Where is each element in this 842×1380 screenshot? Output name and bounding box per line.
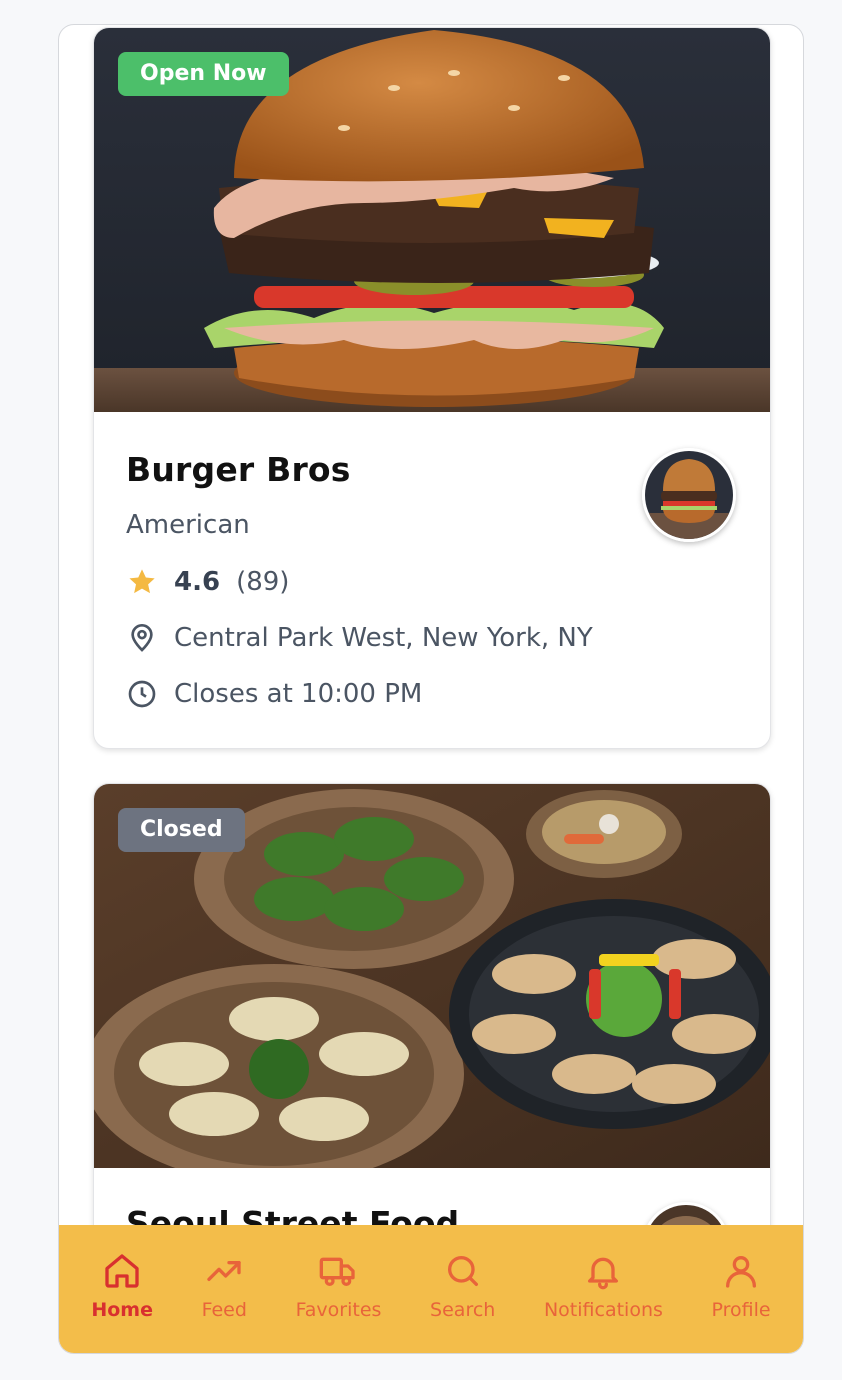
bell-icon bbox=[588, 1257, 619, 1290]
status-badge: Closed bbox=[118, 808, 245, 852]
nav-search[interactable]: Search bbox=[430, 1251, 495, 1321]
search-icon bbox=[447, 1256, 478, 1286]
cuisine-label: American bbox=[126, 510, 250, 540]
hours-text: Closes at 10:00 PM bbox=[174, 679, 423, 709]
nav-label: Notifications bbox=[543, 1299, 663, 1321]
review-count: (89) bbox=[236, 567, 290, 597]
restaurant-info: Burger Bros American 4.6 (89) Central Pa… bbox=[126, 412, 746, 748]
status-badge: Open Now bbox=[118, 52, 289, 96]
star-icon bbox=[129, 569, 155, 594]
app-screen: Open Now Burger Bros American 4.6 (89) C… bbox=[58, 24, 804, 1354]
rating-value: 4.6 bbox=[174, 567, 221, 597]
restaurant-avatar bbox=[642, 448, 736, 542]
nav-feed[interactable]: Feed bbox=[202, 1251, 247, 1321]
clock-icon bbox=[128, 680, 156, 708]
nav-label: Home bbox=[91, 1299, 153, 1321]
nav-home[interactable]: Home bbox=[91, 1251, 153, 1321]
nav-label: Favorites bbox=[295, 1299, 382, 1321]
nav-profile[interactable]: Profile bbox=[712, 1251, 771, 1321]
rating-row: 4.6 (89) bbox=[126, 564, 289, 600]
bottom-nav: Home Feed Favorites Search Notifications… bbox=[59, 1225, 803, 1353]
location-pin-icon bbox=[131, 624, 153, 652]
address-row: Central Park West, New York, NY bbox=[126, 620, 593, 656]
restaurant-name[interactable]: Burger Bros bbox=[126, 450, 351, 489]
nav-label: Profile bbox=[711, 1299, 771, 1321]
hours-row: Closes at 10:00 PM bbox=[126, 676, 422, 712]
home-icon bbox=[105, 1254, 139, 1288]
nav-notifications[interactable]: Notifications bbox=[544, 1251, 663, 1321]
restaurant-card[interactable]: Open Now Burger Bros American 4.6 (89) C… bbox=[93, 27, 771, 749]
truck-icon bbox=[320, 1257, 356, 1286]
trending-icon bbox=[207, 1261, 241, 1281]
nav-favorites[interactable]: Favorites bbox=[295, 1251, 382, 1321]
address-text: Central Park West, New York, NY bbox=[174, 623, 593, 653]
restaurant-feed[interactable]: Open Now Burger Bros American 4.6 (89) C… bbox=[59, 25, 803, 1353]
nav-label: Feed bbox=[201, 1299, 247, 1321]
nav-label: Search bbox=[430, 1299, 496, 1321]
user-icon bbox=[726, 1256, 757, 1288]
